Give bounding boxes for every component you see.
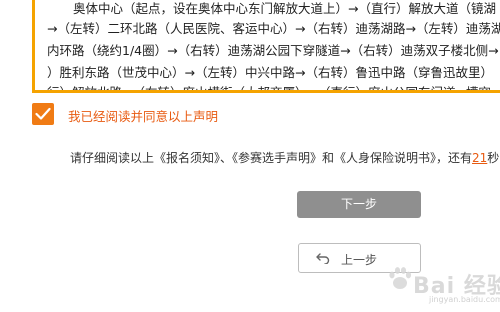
notice-text: 请仔细阅读以上《报名须知》、《参赛选手声明》和《人身保险说明书》，还有 (70, 151, 473, 165)
watermark-url: jingyan.baidu.com (429, 295, 500, 304)
route-line: →（左转）二环北路（人民医院、客运中心）→（右转）迪荡湖路→（左转）迪荡湖 (47, 21, 500, 36)
route-line: 内环路（绕约1/4圈）→（右转）迪荡湖公园下穿隧道→（右转）迪荡双子楼北侧→ (47, 43, 499, 58)
notice-unit: 秒 (487, 151, 500, 165)
route-description-box: 奥体中心（起点，设在奥体中心东门解放大道上）→（直行）解放大道（镜湖 →（左转）… (32, 0, 500, 93)
agreement-label[interactable]: 我已经阅读并同意以上声明 (68, 106, 218, 125)
checkmark-icon (35, 107, 51, 120)
countdown-seconds: 21 (472, 151, 488, 165)
paw-logo-icon (389, 267, 412, 289)
baidu-jingyan-watermark: Bai 经验 jingyan.baidu.com (383, 252, 500, 310)
next-step-button[interactable]: 下一步 (297, 191, 421, 218)
route-line: 行）解放北路→（右转）府山横街（大邦商厦）→（直行）府山公园东门道→槽穿 (47, 85, 491, 93)
reading-notice: 请仔细阅读以上《报名须知》、《参赛选手声明》和《人身保险说明书》，还有21秒 (70, 149, 499, 166)
previous-step-label: 上一步 (341, 253, 378, 267)
agreement-checkbox[interactable] (32, 103, 54, 125)
route-line: ）胜利东路（世茂中心）→（左转）中兴中路→（右转）鲁迅中路（穿鲁迅故里） (47, 65, 493, 80)
route-line: 奥体中心（起点，设在奥体中心东门解放大道上）→（直行）解放大道（镜湖 (73, 1, 496, 16)
undo-arrow-icon (316, 253, 330, 264)
